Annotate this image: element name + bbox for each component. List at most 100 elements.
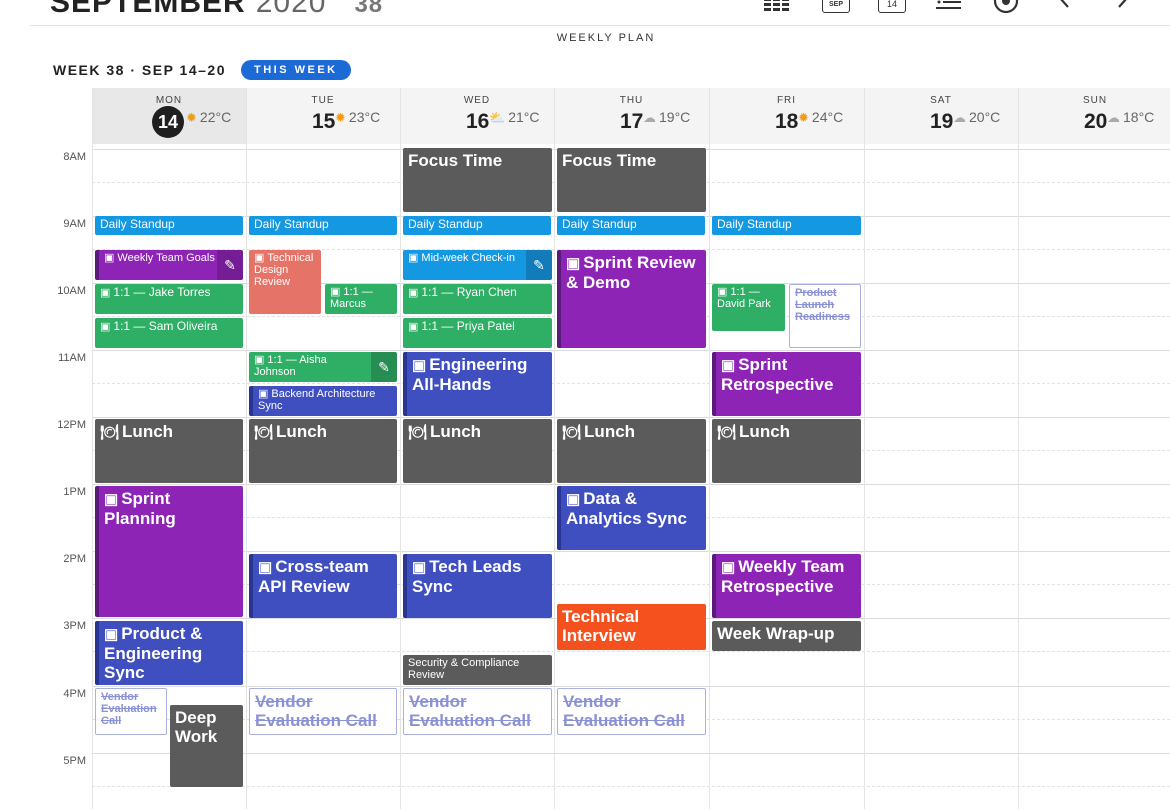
utensils-icon: 🍽 bbox=[408, 424, 428, 441]
day-name: WED bbox=[463, 95, 491, 106]
temperature: 23°C bbox=[348, 109, 381, 125]
meeting-icon: ▣ bbox=[100, 287, 111, 299]
event-fri-weeklyretro[interactable]: ▣ Weekly Team Retrospective bbox=[712, 554, 861, 618]
event-title: Vendor Evaluation Call bbox=[255, 692, 377, 730]
day-name: THU bbox=[619, 95, 644, 106]
event-wed-ryan[interactable]: ▣ 1:1 — Ryan Chen bbox=[403, 284, 552, 314]
event-title: 1:1 — Priya Patel bbox=[421, 319, 515, 333]
event-tue-aisha[interactable]: ▣ 1:1 — Aisha Johnson ✎ bbox=[249, 352, 397, 382]
event-title: 1:1 — Ryan Chen bbox=[421, 285, 517, 299]
edit-icon[interactable]: ✎ bbox=[217, 250, 243, 280]
event-title: Daily Standup bbox=[408, 217, 483, 231]
day-column-divider bbox=[400, 88, 401, 809]
event-tue-crossteam[interactable]: ▣ Cross-team API Review bbox=[249, 554, 397, 618]
hour-line bbox=[92, 686, 1170, 687]
event-wed-lunch[interactable]: 🍽 Lunch bbox=[403, 419, 552, 483]
event-title: Lunch bbox=[739, 422, 791, 441]
time-label: 3PM bbox=[63, 620, 86, 632]
event-mon-standup[interactable]: Daily Standup bbox=[95, 216, 243, 235]
event-wed-security[interactable]: Security & Compliance Review bbox=[403, 655, 552, 685]
sun-icon: ✹ bbox=[335, 110, 346, 125]
event-thu-focus[interactable]: Focus Time bbox=[557, 148, 706, 212]
event-title: Lunch bbox=[584, 422, 636, 441]
event-thu-data[interactable]: ▣ Data & Analytics Sync bbox=[557, 486, 706, 550]
event-thu-sprintrev[interactable]: ▣ Sprint Review & Demo bbox=[557, 250, 706, 348]
event-mon-product[interactable]: ▣ Product & Engineering Sync bbox=[95, 621, 243, 685]
event-mon-goals[interactable]: ▣ Weekly Team Goals ✎ bbox=[95, 250, 243, 280]
event-title: Sprint Retrospective bbox=[721, 355, 834, 394]
event-thu-lunch[interactable]: 🍽 Lunch bbox=[557, 419, 706, 483]
meeting-icon: ▣ bbox=[258, 388, 269, 400]
event-title: Focus Time bbox=[562, 151, 657, 170]
event-fri-standup[interactable]: Daily Standup bbox=[712, 216, 861, 235]
event-wed-focus[interactable]: Focus Time bbox=[403, 148, 552, 212]
day-column-divider bbox=[864, 88, 865, 809]
time-label: 8AM bbox=[63, 151, 86, 163]
meeting-icon: ▣ bbox=[721, 357, 736, 374]
event-fri-lunch[interactable]: 🍽 Lunch bbox=[712, 419, 861, 483]
day-column-divider bbox=[554, 88, 555, 809]
event-title: 1:1 — Jake Torres bbox=[113, 285, 211, 299]
event-mon-sam[interactable]: ▣ 1:1 — Sam Oliveira bbox=[95, 318, 243, 348]
event-mon-vendor[interactable]: Vendor Evaluation Call bbox=[95, 688, 167, 735]
event-mon-sprint[interactable]: ▣ Sprint Planning bbox=[95, 486, 243, 617]
edit-icon[interactable]: ✎ bbox=[371, 352, 397, 382]
cloud-icon: ☁ bbox=[953, 110, 966, 125]
meeting-icon: ▣ bbox=[412, 559, 427, 576]
calendar-grid: MON 14 ✹ 22°C TUE 15 ✹ 23°C WED 16 ⛅ 21°C THU 17 ☁ 19°C… bbox=[0, 0, 1170, 809]
event-thu-vendor[interactable]: Vendor Evaluation Call bbox=[557, 688, 706, 735]
day-column-divider bbox=[1018, 88, 1019, 809]
event-wed-vendor[interactable]: Vendor Evaluation Call bbox=[403, 688, 552, 735]
event-wed-priya[interactable]: ▣ 1:1 — Priya Patel bbox=[403, 318, 552, 348]
cloud-icon: ☁ bbox=[1107, 110, 1120, 125]
day-header-fri[interactable]: FRI 18 ✹ 24°C bbox=[709, 88, 864, 144]
event-title: Vendor Evaluation Call bbox=[409, 692, 531, 730]
event-wed-techleads[interactable]: ▣ Tech Leads Sync bbox=[403, 554, 552, 618]
event-fri-launch[interactable]: Product Launch Readiness bbox=[789, 284, 861, 348]
day-header-thu[interactable]: THU 17 ☁ 19°C bbox=[554, 88, 709, 144]
event-tue-backend[interactable]: ▣ Backend Architecture Sync bbox=[249, 386, 397, 416]
hour-line bbox=[92, 551, 1170, 552]
weather: ✹ 22°C bbox=[186, 109, 231, 126]
meeting-icon: ▣ bbox=[100, 321, 111, 333]
day-header-tue[interactable]: TUE 15 ✹ 23°C bbox=[246, 88, 400, 144]
day-header-sun[interactable]: SUN 20 ☁ 18°C bbox=[1018, 88, 1170, 144]
event-mon-deep[interactable]: Deep Work bbox=[170, 705, 243, 787]
event-title: Daily Standup bbox=[100, 217, 175, 231]
meeting-icon: ▣ bbox=[254, 252, 265, 264]
day-header-mon[interactable]: MON 14 ✹ 22°C bbox=[92, 88, 246, 144]
event-thu-interview[interactable]: Technical Interview bbox=[557, 604, 706, 650]
event-title: 1:1 — Sam Oliveira bbox=[113, 319, 218, 333]
event-title: Lunch bbox=[430, 422, 482, 441]
temperature: 24°C bbox=[811, 109, 844, 125]
event-mon-lunch[interactable]: 🍽 Lunch bbox=[95, 419, 243, 483]
event-fri-retro[interactable]: ▣ Sprint Retrospective bbox=[712, 352, 861, 416]
time-label: 10AM bbox=[57, 285, 86, 297]
event-title: Technical Interview bbox=[562, 607, 640, 645]
event-title: Engineering All-Hands bbox=[412, 355, 528, 394]
event-tue-lunch[interactable]: 🍽 Lunch bbox=[249, 419, 397, 483]
meeting-icon: ▣ bbox=[566, 491, 581, 508]
event-mon-jake[interactable]: ▣ 1:1 — Jake Torres bbox=[95, 284, 243, 314]
day-column-divider bbox=[246, 88, 247, 809]
edit-icon[interactable]: ✎ bbox=[526, 250, 552, 280]
event-tue-tdr[interactable]: ▣ Technical Design Review bbox=[249, 250, 321, 314]
day-header-wed[interactable]: WED 16 ⛅ 21°C bbox=[400, 88, 554, 144]
event-fri-david[interactable]: ▣ 1:1 — David Park bbox=[712, 284, 785, 331]
event-wed-standup[interactable]: Daily Standup bbox=[403, 216, 551, 235]
day-name: SAT bbox=[930, 95, 952, 106]
day-name: SUN bbox=[1082, 95, 1108, 106]
meeting-icon: ▣ bbox=[254, 354, 265, 366]
utensils-icon: 🍽 bbox=[562, 424, 582, 441]
event-thu-standup[interactable]: Daily Standup bbox=[557, 216, 705, 235]
hour-line bbox=[92, 484, 1170, 485]
event-tue-marcus[interactable]: ▣ 1:1 — Marcus bbox=[325, 284, 397, 314]
event-tue-vendor[interactable]: Vendor Evaluation Call bbox=[249, 688, 397, 735]
event-title: Lunch bbox=[276, 422, 328, 441]
event-title: Vendor Evaluation Call bbox=[101, 691, 157, 727]
day-header-sat[interactable]: SAT 19 ☁ 20°C bbox=[864, 88, 1018, 144]
event-tue-standup[interactable]: Daily Standup bbox=[249, 216, 397, 235]
event-wed-midweek[interactable]: ▣ Mid-week Check-in ✎ bbox=[403, 250, 552, 280]
event-wed-allhands[interactable]: ▣ Engineering All-Hands bbox=[403, 352, 552, 416]
event-fri-wrapup[interactable]: Week Wrap-up bbox=[712, 621, 861, 651]
